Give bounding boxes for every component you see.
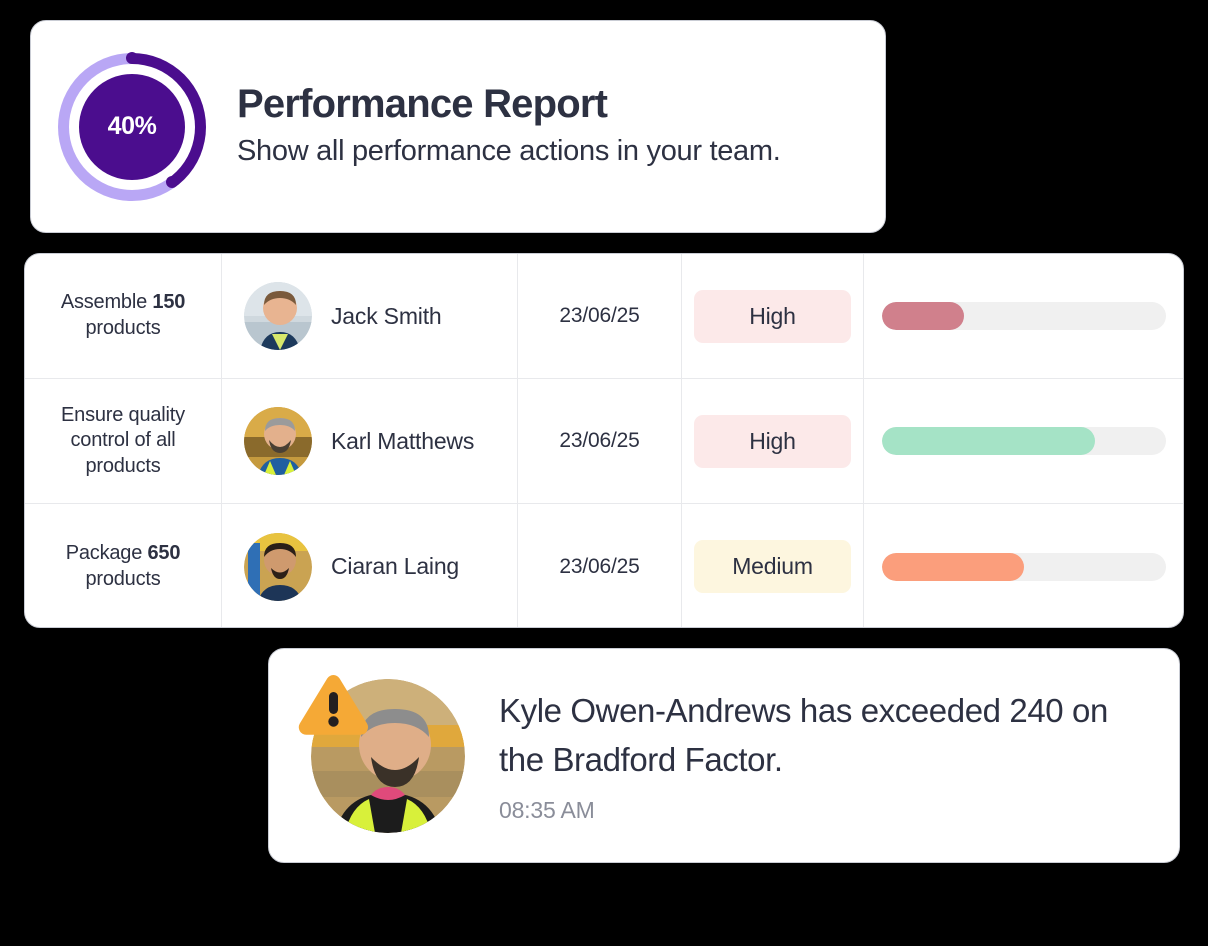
progress-fill [881, 552, 1024, 581]
avatar-photo [244, 282, 312, 350]
task-cell: Ensure quality control of all products [25, 379, 222, 503]
notification-card[interactable]: Kyle Owen-Andrews has exceeded 240 on th… [268, 648, 1180, 863]
date-cell: 23/06/25 [518, 504, 682, 627]
performance-actions-table: Assemble 150 products Jack Smith 23/06/2… [24, 253, 1184, 628]
user-name: Jack Smith [331, 302, 442, 329]
task-cell: Assemble 150 products [25, 254, 222, 378]
header-text-block: Performance Report Show all performance … [237, 82, 781, 172]
task-quantity: 150 [152, 291, 186, 314]
priority-cell: High [682, 379, 864, 503]
notification-message: Kyle Owen-Andrews has exceeded 240 on th… [499, 692, 1108, 778]
notification-timestamp: 08:35 AM [499, 796, 595, 823]
user-name: Ciaran Laing [331, 553, 460, 579]
progress-track [881, 302, 1166, 330]
task-quantity: 650 [147, 541, 181, 564]
progress-fill [881, 302, 964, 330]
task-prefix: Package [65, 541, 148, 564]
task-suffix: products [85, 317, 161, 339]
progress-track [881, 427, 1166, 455]
donut-percent-label: 40% [107, 112, 157, 140]
donut-arc-start-cap [126, 52, 138, 64]
user-cell: Karl Matthews [222, 379, 518, 503]
performance-report-header-card: 40% Performance Report Show all performa… [30, 20, 886, 233]
date-value: 23/06/25 [559, 429, 640, 452]
avatar [244, 532, 312, 601]
date-cell: 23/06/25 [518, 379, 682, 503]
avatar [244, 407, 312, 475]
task-cell: Package 650 products [25, 504, 222, 627]
page-subtitle: Show all performance actions in your tea… [237, 135, 781, 168]
table-row[interactable]: Ensure quality control of all products K… [25, 379, 1183, 504]
task-description: Ensure quality control of all products [37, 403, 209, 480]
date-value: 23/06/25 [559, 554, 640, 578]
table-row[interactable]: Assemble 150 products Jack Smith 23/06/2… [25, 254, 1183, 379]
page-title: Performance Report [237, 81, 608, 126]
warning-triangle-icon [298, 674, 369, 735]
task-description: Assemble 150 products [37, 290, 209, 341]
user-cell: Jack Smith [222, 254, 518, 378]
avatar [244, 282, 312, 350]
notification-text-block: Kyle Owen-Andrews has exceeded 240 on th… [499, 687, 1147, 823]
priority-badge: Medium [694, 540, 851, 593]
priority-badge: High [694, 289, 851, 343]
progress-cell [864, 504, 1183, 627]
task-description: Package 650 products [37, 541, 209, 592]
notification-avatar-group [298, 674, 465, 833]
progress-fill [881, 427, 1095, 455]
priority-badge: High [694, 414, 851, 468]
progress-cell [864, 379, 1183, 503]
table-row[interactable]: Package 650 products Ciaran Laing 23/06/… [25, 504, 1183, 627]
performance-donut-chart: 40% [58, 52, 206, 201]
priority-cell: High [682, 254, 864, 378]
progress-cell [864, 254, 1183, 378]
avatar-photo [244, 532, 312, 601]
task-prefix: Assemble [60, 291, 153, 314]
priority-cell: Medium [682, 504, 864, 627]
screen-root: 40% Performance Report Show all performa… [0, 0, 1208, 946]
task-prefix: Ensure quality control of all products [61, 403, 185, 477]
progress-track [881, 552, 1166, 581]
user-name: Karl Matthews [331, 427, 475, 454]
avatar-photo [244, 407, 312, 475]
user-cell: Ciaran Laing [222, 504, 518, 627]
donut-center-disc: 40% [79, 73, 185, 180]
date-value: 23/06/25 [559, 304, 640, 327]
date-cell: 23/06/25 [518, 254, 682, 378]
task-suffix: products [85, 567, 161, 590]
